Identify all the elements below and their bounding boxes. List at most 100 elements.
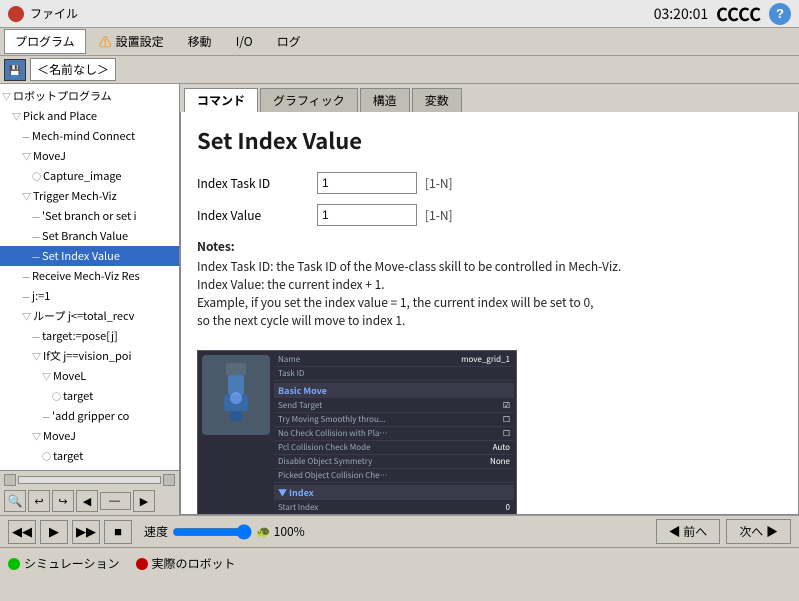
tree-item[interactable]: ▽Pick and Place	[0, 106, 179, 126]
ur-logo	[8, 6, 24, 22]
tree-item[interactable]: ▽If文 j==vision_poi	[0, 346, 179, 366]
indexvalue-hint: [1-N]	[425, 207, 453, 224]
toolbar: 💾 ＜名前なし＞	[0, 56, 799, 84]
menu-program[interactable]: プログラム	[4, 29, 86, 54]
simulation-label: シミュレーション	[24, 555, 120, 572]
play-button[interactable]: ▶	[40, 520, 68, 544]
warning-icon: ⚠	[99, 32, 112, 51]
forward-button[interactable]: ▶▶	[72, 520, 100, 544]
ss-value: ☐	[503, 414, 510, 425]
screenshot-row: Try Moving Smoothly throu...☐	[274, 413, 514, 427]
tab-structure[interactable]: 構造	[360, 88, 410, 112]
tree-item[interactable]: ▽Trigger Mech-Viz	[0, 186, 179, 206]
tree-item[interactable]: —'Set branch or set i	[0, 206, 179, 226]
tree-item[interactable]: ○target	[0, 446, 179, 466]
menu-move[interactable]: 移動	[177, 29, 223, 54]
tree-item[interactable]: ▽MoveL	[0, 366, 179, 386]
window-title: ファイル	[30, 5, 78, 22]
robot-arm-svg	[206, 358, 266, 433]
screenshot-row: Pcl Collision Check ModeAuto	[274, 441, 514, 455]
stop-button[interactable]: ■	[104, 520, 132, 544]
menu-log[interactable]: ログ	[266, 29, 312, 54]
save-button[interactable]: 💾	[4, 59, 26, 81]
tree-item[interactable]: —j:=1	[0, 286, 179, 306]
screenshot-section: ▼ Index	[274, 485, 514, 500]
redo-btn[interactable]: ↪	[52, 490, 74, 512]
tree-arrow-icon: ▽	[12, 110, 21, 123]
playback-controls: ◀◀ ▶ ▶▶ ■ 速度 🐢 100%	[8, 520, 305, 544]
ss-label: Task ID	[278, 368, 304, 379]
tree-arrow-icon: ▽	[32, 430, 41, 443]
ss-value: None	[490, 456, 510, 467]
notes-section: Notes: Index Task ID: the Task ID of the…	[197, 238, 782, 330]
screenshot-row: No Check Collision with Plac...☐	[274, 427, 514, 441]
ss-label: Start Index	[278, 502, 318, 513]
tab-bar: コマンド グラフィック 構造 変数	[180, 84, 799, 112]
tree-item-label: MoveL	[53, 368, 86, 384]
tab-command[interactable]: コマンド	[184, 88, 258, 112]
help-button[interactable]: ?	[769, 3, 791, 25]
zoom-btn[interactable]: 🔍	[4, 490, 26, 512]
robot-label: 実際のロボット	[152, 555, 236, 572]
next-nav-button[interactable]: 次へ ▶	[726, 519, 791, 544]
indexvalue-input[interactable]	[317, 204, 417, 226]
rewind-button[interactable]: ◀◀	[8, 520, 36, 544]
tree-arrow-icon: ▽	[42, 370, 51, 383]
robot-status[interactable]: 実際のロボット	[136, 555, 236, 572]
tree-item-label: j:=1	[32, 288, 50, 304]
taskid-input[interactable]	[317, 172, 417, 194]
tree-item[interactable]: —'add gripper co	[0, 406, 179, 426]
menu-settings-label: 設置設定	[116, 33, 164, 50]
mechmind-logo: MECH MIND	[430, 507, 510, 515]
playback-nav: ◀ 前へ 次へ ▶	[656, 519, 791, 544]
mechmind-logo-svg: MECH MIND	[430, 507, 510, 515]
tree-item-label: Set Index Value	[42, 248, 120, 264]
tree-item-label: If文 j==vision_poi	[43, 348, 131, 364]
titlebar-left: ファイル	[8, 5, 78, 22]
tab-variable[interactable]: 変数	[412, 88, 462, 112]
tab-graphic[interactable]: グラフィック	[260, 88, 358, 112]
tree-item[interactable]: —target:=pose[j]	[0, 326, 179, 346]
prev-btn[interactable]: ◀	[76, 490, 98, 512]
simulation-status[interactable]: シミュレーション	[8, 555, 120, 572]
tree-item[interactable]: ▽ロボットプログラム	[0, 86, 179, 106]
next-btn[interactable]: ▶	[133, 490, 155, 512]
tree-item-label: Set Branch Value	[42, 228, 128, 244]
tree-item-label: 'add gripper co	[52, 408, 129, 424]
menu-settings[interactable]: ⚠ 設置設定	[88, 28, 175, 55]
ss-value: ☑	[503, 400, 510, 411]
screenshot-section: Basic Move	[274, 383, 514, 398]
tree-arrow-icon: —	[22, 130, 30, 143]
dash-btn[interactable]: —	[100, 492, 131, 510]
tree-item-label: Mech-mind Connect	[32, 128, 135, 144]
ss-label: No Check Collision with Plac...	[278, 428, 388, 439]
status-bar: シミュレーション 実際のロボット	[0, 547, 799, 579]
screenshot-row: Send Target☑	[274, 399, 514, 413]
right-panel: コマンド グラフィック 構造 変数 Set Index Value Index …	[180, 84, 799, 515]
notes-label: Notes:	[197, 238, 782, 256]
tree-arrow-icon: —	[32, 210, 40, 223]
tree-item[interactable]: ○Capture_image	[0, 166, 179, 186]
speed-icon: 🐢	[256, 523, 271, 540]
menu-io[interactable]: I/O	[225, 29, 264, 54]
speed-slider[interactable]	[172, 524, 252, 540]
undo-btn[interactable]: ↩	[28, 490, 50, 512]
tree-item-label: MoveJ	[43, 428, 76, 444]
content-area: Set Index Value Index Task ID [1-N] Inde…	[180, 112, 799, 515]
tree-item-label: MoveJ	[33, 148, 66, 164]
prev-nav-button[interactable]: ◀ 前へ	[656, 519, 721, 544]
tree-item[interactable]: ▽ループ j<=total_recv	[0, 306, 179, 326]
screenshot-row: Picked Object Collision Check M...	[274, 469, 514, 483]
cccc-label: CCCC	[716, 1, 761, 27]
main-layout: ▽ロボットプログラム▽Pick and Place—Mech-mind Conn…	[0, 84, 799, 515]
tree-item[interactable]: —Mech-mind Connect	[0, 126, 179, 146]
taskid-label: Index Task ID	[197, 175, 317, 192]
ss-label: Pcl Collision Check Mode	[278, 442, 371, 453]
tree-item[interactable]: ▽MoveJ	[0, 146, 179, 166]
tree-item[interactable]: ○target	[0, 386, 179, 406]
taskid-hint: [1-N]	[425, 175, 453, 192]
tree-item[interactable]: ▽MoveJ	[0, 426, 179, 446]
tree-item[interactable]: —Receive Mech-Viz Res	[0, 266, 179, 286]
tree-item[interactable]: —Set Branch Value	[0, 226, 179, 246]
tree-item[interactable]: —Set Index Value	[0, 246, 179, 266]
